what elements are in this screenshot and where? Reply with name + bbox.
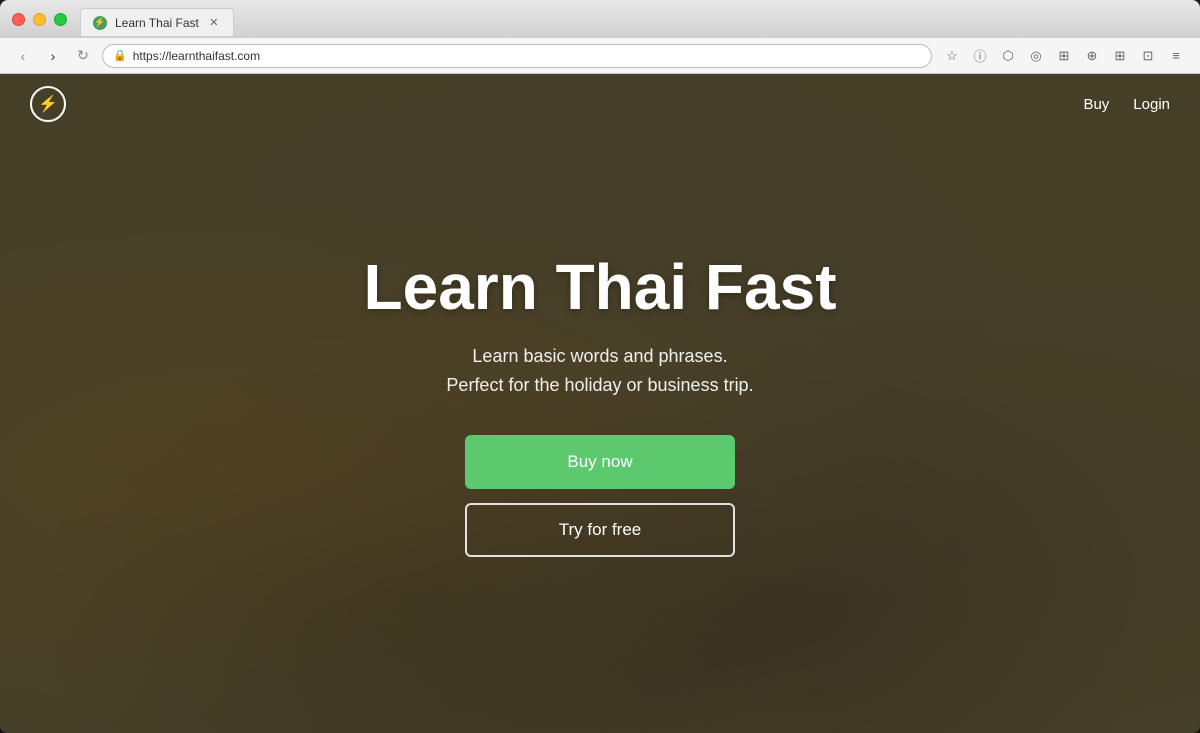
nav-buy-link[interactable]: Buy — [1083, 96, 1109, 113]
hero-subtitle-line1: Learn basic words and phrases. — [472, 346, 727, 366]
forward-button[interactable]: › — [42, 45, 64, 67]
nav-links: Buy Login — [1083, 96, 1170, 113]
menu-icon[interactable]: ≡ — [1164, 44, 1188, 68]
window-controls — [12, 13, 67, 26]
browser-window: ⚡ Learn Thai Fast ✕ ‹ › ↻ 🔒 https://lear… — [0, 0, 1200, 733]
pocket-icon[interactable]: ⬡ — [996, 44, 1020, 68]
address-bar: ‹ › ↻ 🔒 https://learnthaifast.com ☆ ⓘ ⬡ … — [0, 38, 1200, 74]
camera-icon[interactable]: ⊡ — [1136, 44, 1160, 68]
refresh-button[interactable]: ↻ — [72, 45, 94, 67]
url-field[interactable]: 🔒 https://learnthaifast.com — [102, 44, 932, 68]
url-text: https://learnthaifast.com — [133, 49, 260, 63]
hero-section: Learn Thai Fast Learn basic words and ph… — [0, 74, 1200, 733]
tab-close-icon[interactable]: ✕ — [207, 16, 221, 30]
title-bar: ⚡ Learn Thai Fast ✕ — [0, 0, 1200, 38]
tab-title: Learn Thai Fast — [115, 16, 199, 30]
shield-icon[interactable]: ◎ — [1024, 44, 1048, 68]
toolbar-icons: ☆ ⓘ ⬡ ◎ ⊞ ⊕ ⊞ ⊡ ≡ — [940, 44, 1188, 68]
try-free-button[interactable]: Try for free — [465, 503, 735, 557]
nav-login-link[interactable]: Login — [1133, 96, 1170, 113]
extension-icon[interactable]: ⊕ — [1080, 44, 1104, 68]
maximize-button[interactable] — [54, 13, 67, 26]
tab-favicon: ⚡ — [93, 16, 107, 30]
minimize-button[interactable] — [33, 13, 46, 26]
bookmark-icon[interactable]: ☆ — [940, 44, 964, 68]
logo-symbol: ⚡ — [38, 94, 58, 114]
browser-tab[interactable]: ⚡ Learn Thai Fast ✕ — [80, 8, 234, 36]
website-content: ⚡ Buy Login Learn Thai Fast Learn basic … — [0, 74, 1200, 733]
grid-icon[interactable]: ⊞ — [1108, 44, 1132, 68]
lock-icon: 🔒 — [113, 49, 127, 62]
site-logo: ⚡ — [30, 86, 66, 122]
layers-icon[interactable]: ⊞ — [1052, 44, 1076, 68]
hero-subtitle: Learn basic words and phrases. Perfect f… — [446, 342, 753, 400]
info-icon[interactable]: ⓘ — [968, 44, 992, 68]
tab-bar: ⚡ Learn Thai Fast ✕ — [80, 0, 1140, 38]
site-nav: ⚡ Buy Login — [0, 74, 1200, 134]
buy-now-button[interactable]: Buy now — [465, 435, 735, 489]
back-button[interactable]: ‹ — [12, 45, 34, 67]
close-button[interactable] — [12, 13, 25, 26]
hero-title: Learn Thai Fast — [364, 250, 837, 324]
hero-subtitle-line2: Perfect for the holiday or business trip… — [446, 375, 753, 395]
